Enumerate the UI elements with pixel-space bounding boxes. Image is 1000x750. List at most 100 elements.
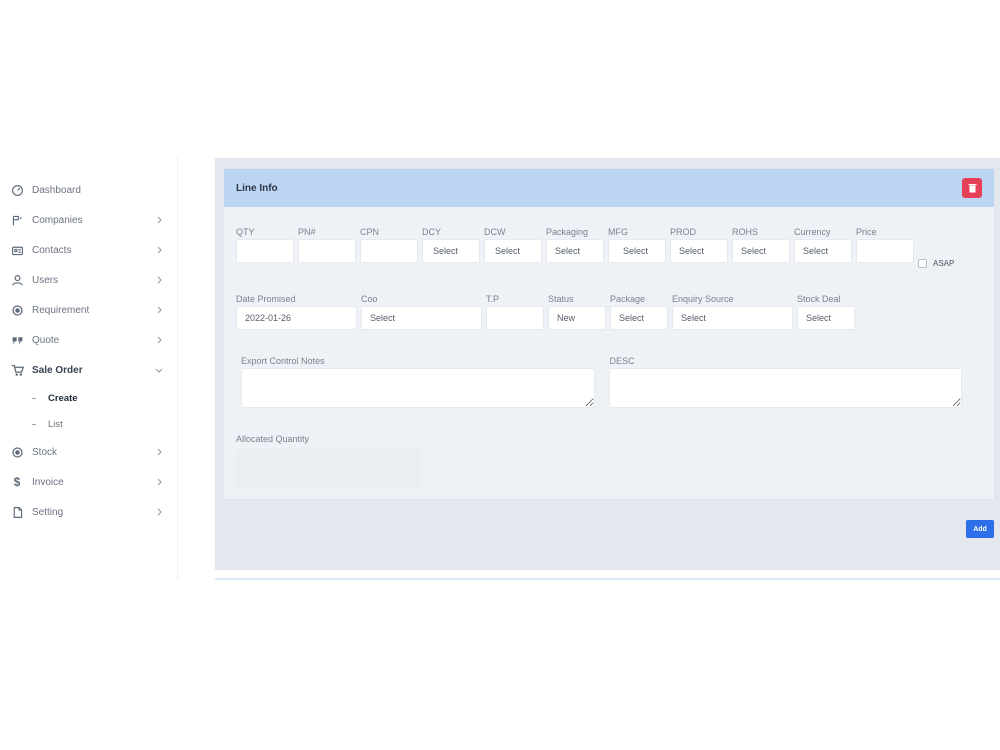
dcy-select[interactable]: Select: [422, 239, 480, 263]
form-row-3: Export Control Notes DESC: [236, 354, 966, 408]
cpn-label: CPN: [360, 227, 380, 237]
desc-label: DESC: [609, 356, 635, 366]
card-title: Line Info: [236, 182, 278, 194]
export-notes-field: Export Control Notes: [241, 354, 596, 408]
prod-label: PROD: [670, 227, 697, 237]
sidebar-item-label: Users: [32, 274, 59, 286]
prod-field: PROD Select: [670, 225, 728, 268]
sidebar-subitem-list[interactable]: List: [0, 411, 177, 437]
rohs-select[interactable]: Select: [732, 239, 790, 263]
companies-icon: [10, 213, 24, 227]
sidebar-item-label: Requirement: [32, 304, 90, 316]
pn-label: PN#: [298, 227, 316, 237]
dash-icon: [32, 423, 36, 425]
asap-label: ASAP: [933, 259, 955, 268]
mfg-label: MFG: [608, 227, 628, 237]
packaging-select[interactable]: Select: [546, 239, 604, 263]
pn-field: PN#: [298, 225, 356, 268]
export-notes-label: Export Control Notes: [241, 356, 325, 366]
sidebar-subitem-create[interactable]: Create: [0, 385, 177, 411]
price-label: Price: [856, 227, 877, 237]
price-input[interactable]: [856, 239, 914, 263]
delete-button[interactable]: [962, 178, 982, 198]
coo-field: Coo Select: [361, 292, 482, 330]
date-promised-field: Date Promised 2022-01-26: [236, 292, 357, 330]
sidebar-item-sale-order[interactable]: Sale Order: [0, 355, 177, 385]
sidebar-item-label: Invoice: [32, 476, 64, 488]
sidebar-item-invoice[interactable]: $ Invoice: [0, 467, 177, 497]
allocated-quantity-label: Allocated Quantity: [236, 434, 310, 444]
dcy-field: DCY Select: [422, 225, 480, 268]
sidebar-subitem-label: Create: [48, 392, 78, 404]
pn-input[interactable]: [298, 239, 356, 263]
stock-deal-label: Stock Deal: [797, 294, 841, 304]
dashboard-icon: [10, 183, 24, 197]
allocated-quantity-area: [236, 449, 421, 489]
sidebar-item-companies[interactable]: Companies: [0, 205, 177, 235]
sidebar-item-label: Stock: [32, 446, 58, 458]
coo-select[interactable]: Select: [361, 306, 482, 330]
sidebar-item-quote[interactable]: Quote: [0, 325, 177, 355]
prod-select[interactable]: Select: [670, 239, 728, 263]
dcw-field: DCW Select: [484, 225, 542, 268]
sidebar-item-requirement[interactable]: Requirement: [0, 295, 177, 325]
sidebar-item-setting[interactable]: Setting: [0, 497, 177, 527]
packaging-field: Packaging Select: [546, 225, 604, 268]
asap-checkbox[interactable]: [918, 259, 927, 268]
status-field: Status New: [548, 292, 606, 330]
date-promised-input[interactable]: 2022-01-26: [236, 306, 357, 330]
mfg-select[interactable]: Select: [608, 239, 666, 263]
stock-icon: [10, 445, 24, 459]
asap-option[interactable]: ASAP: [918, 259, 954, 268]
sidebar-item-stock[interactable]: Stock: [0, 437, 177, 467]
app: Dashboard Companies Contacts Users Requi…: [0, 155, 1000, 585]
sidebar-item-users[interactable]: Users: [0, 265, 177, 295]
qty-label: QTY: [236, 227, 255, 237]
tp-input[interactable]: [486, 306, 544, 330]
tp-field: T.P: [486, 292, 544, 330]
mfg-field: MFG Select: [608, 225, 666, 268]
status-label: Status: [548, 294, 574, 304]
chevron-right-icon: [155, 448, 163, 456]
desc-field: DESC: [609, 354, 962, 408]
card-header: Line Info: [224, 169, 994, 207]
rohs-label: ROHS: [732, 227, 759, 237]
packaging-label: Packaging: [546, 227, 589, 237]
qty-field: QTY: [236, 225, 294, 268]
package-select[interactable]: Select: [610, 306, 668, 330]
package-label: Package: [610, 294, 646, 304]
sidebar-item-label: Quote: [32, 334, 60, 346]
currency-select[interactable]: Select: [794, 239, 852, 263]
date-promised-label: Date Promised: [236, 294, 296, 304]
sidebar-item-contacts[interactable]: Contacts: [0, 235, 177, 265]
sidebar-item-label: Sale Order: [32, 364, 83, 376]
export-notes-textarea[interactable]: [241, 368, 596, 408]
chevron-right-icon: [155, 478, 163, 486]
main-bottom-border: [215, 578, 1000, 580]
cpn-input[interactable]: [360, 239, 418, 263]
enquiry-source-select[interactable]: Select: [672, 306, 793, 330]
desc-textarea[interactable]: [609, 368, 962, 408]
sidebar-item-label: Dashboard: [32, 184, 81, 196]
sidebar: Dashboard Companies Contacts Users Requi…: [0, 155, 178, 580]
currency-field: Currency Select: [794, 225, 852, 268]
stock-deal-select[interactable]: Select: [797, 306, 855, 330]
chevron-right-icon: [155, 276, 163, 284]
sidebar-item-label: Companies: [32, 214, 83, 226]
currency-label: Currency: [794, 227, 831, 237]
user-icon: [10, 273, 24, 287]
dcw-select[interactable]: Select: [484, 239, 542, 263]
sidebar-item-dashboard[interactable]: Dashboard: [0, 175, 177, 205]
dcy-label: DCY: [422, 227, 442, 237]
price-field: Price: [856, 225, 914, 268]
rohs-field: ROHS Select: [732, 225, 790, 268]
add-button[interactable]: Add: [966, 520, 994, 538]
qty-input[interactable]: [236, 239, 294, 263]
sidebar-item-label: Contacts: [32, 244, 72, 256]
dollar-icon: $: [13, 475, 21, 489]
cart-icon: [10, 363, 24, 377]
trash-icon: [968, 184, 976, 193]
status-select[interactable]: New: [548, 306, 606, 330]
tp-label: T.P: [486, 294, 500, 304]
contacts-icon: [10, 243, 24, 257]
